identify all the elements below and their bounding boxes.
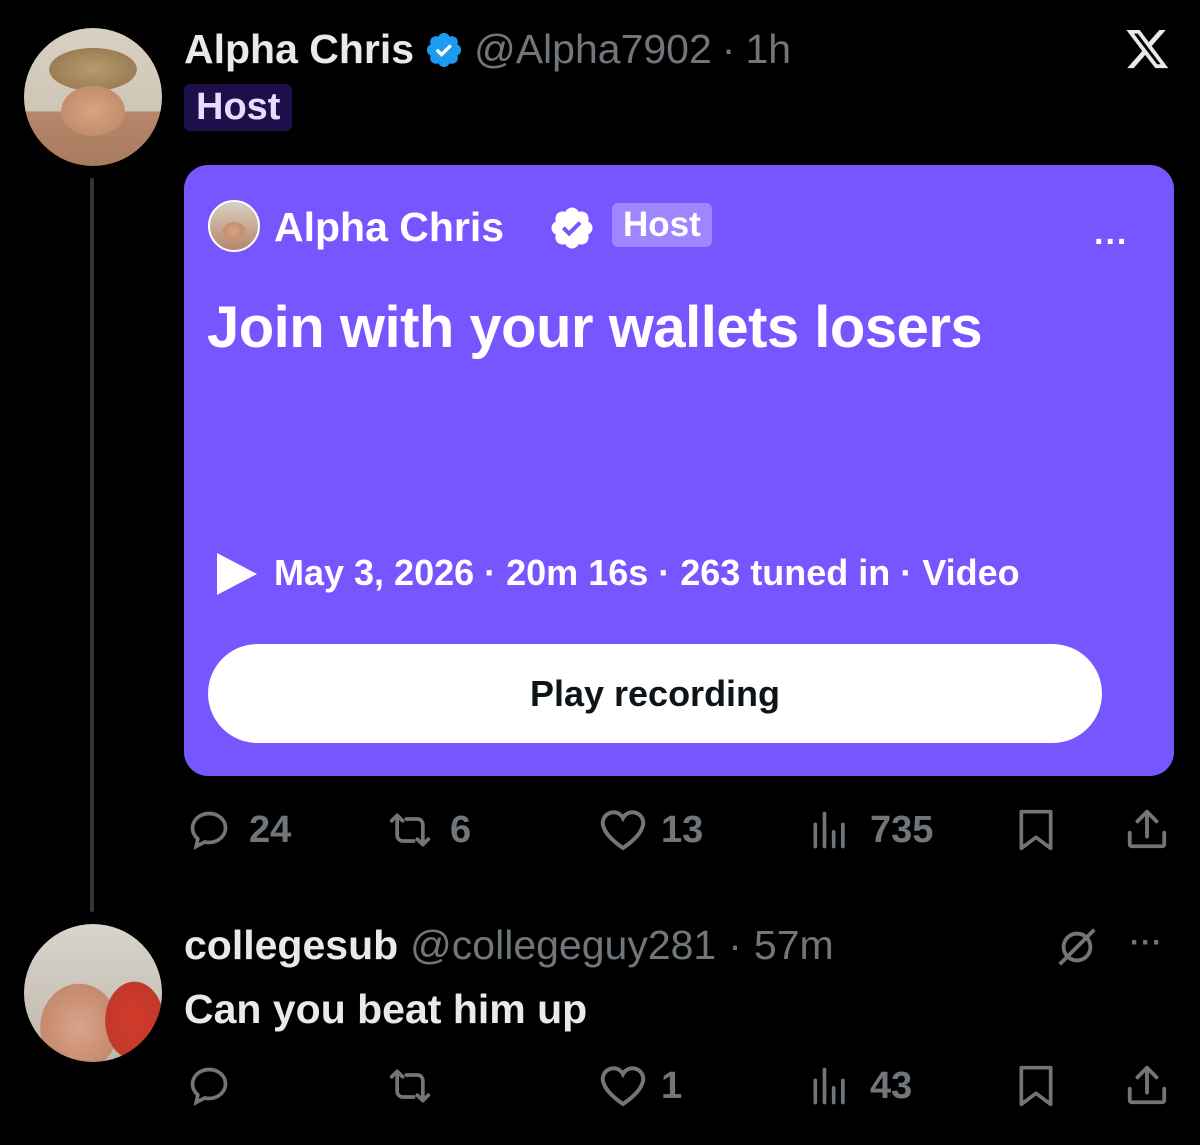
share-icon[interactable]: [1124, 1062, 1170, 1113]
x-logo-icon[interactable]: [1126, 30, 1170, 75]
play-icon: [217, 553, 257, 595]
repost-button[interactable]: 6: [386, 808, 471, 852]
bookmark-icon[interactable]: [1015, 1064, 1057, 1113]
reply-count: 24: [249, 808, 292, 851]
bookmark-icon[interactable]: [1015, 808, 1057, 857]
space-host-name: Alpha Chris: [274, 204, 505, 250]
more-options-icon[interactable]: ···: [1130, 926, 1163, 960]
space-meta: May 3, 2026 · 20m 16s · 263 tuned in · V…: [274, 552, 1020, 593]
reply-like-button[interactable]: 1: [599, 1064, 682, 1108]
reply-author-handle[interactable]: @collegeguy281: [410, 922, 716, 969]
reply-author-avatar[interactable]: [24, 924, 162, 1062]
reply-reply-button[interactable]: [187, 1064, 249, 1108]
repost-icon: [389, 813, 431, 847]
grok-icon[interactable]: [1054, 924, 1100, 975]
views-icon: [813, 1067, 845, 1105]
reply-header: collegesub @collegeguy281 · 57m: [184, 922, 834, 969]
reply-time[interactable]: 57m: [754, 922, 834, 969]
reply-author-name[interactable]: collegesub: [184, 922, 398, 969]
reply-icon: [190, 811, 228, 851]
play-recording-button[interactable]: Play recording: [208, 644, 1102, 743]
repost-icon: [389, 1069, 431, 1103]
views-button[interactable]: 735: [808, 808, 933, 852]
space-host-badge: Host: [612, 203, 712, 247]
heart-icon: [600, 810, 646, 851]
post-header: Alpha Chris @Alpha7902 · 1h: [184, 26, 791, 73]
separator: ·: [721, 26, 736, 72]
author-avatar[interactable]: [24, 28, 162, 166]
reply-text: Can you beat him up: [184, 986, 588, 1032]
like-count: 13: [661, 808, 704, 851]
space-more-icon[interactable]: ...: [1094, 214, 1128, 253]
reply-repost-button[interactable]: [386, 1064, 450, 1108]
space-host-avatar: [208, 200, 260, 252]
post-time[interactable]: 1h: [745, 26, 791, 73]
author-name[interactable]: Alpha Chris: [184, 26, 414, 73]
author-handle[interactable]: @Alpha7902: [474, 26, 712, 73]
heart-icon: [600, 1066, 646, 1107]
share-icon[interactable]: [1124, 806, 1170, 857]
views-count: 735: [870, 808, 934, 851]
reply-views-button[interactable]: 43: [808, 1064, 912, 1108]
views-icon: [813, 811, 845, 849]
verified-badge-icon: [427, 32, 462, 67]
reply-button[interactable]: 24: [187, 808, 291, 852]
views-count: 43: [870, 1064, 913, 1107]
separator: ·: [728, 922, 742, 968]
thread-line: [90, 178, 94, 912]
verified-badge-icon: [551, 207, 593, 249]
like-button[interactable]: 13: [599, 808, 703, 852]
like-count: 1: [661, 1064, 683, 1107]
space-title: Join with your wallets losers: [207, 295, 983, 360]
host-badge: Host: [184, 84, 293, 131]
repost-count: 6: [450, 808, 472, 851]
reply-icon: [190, 1067, 228, 1107]
